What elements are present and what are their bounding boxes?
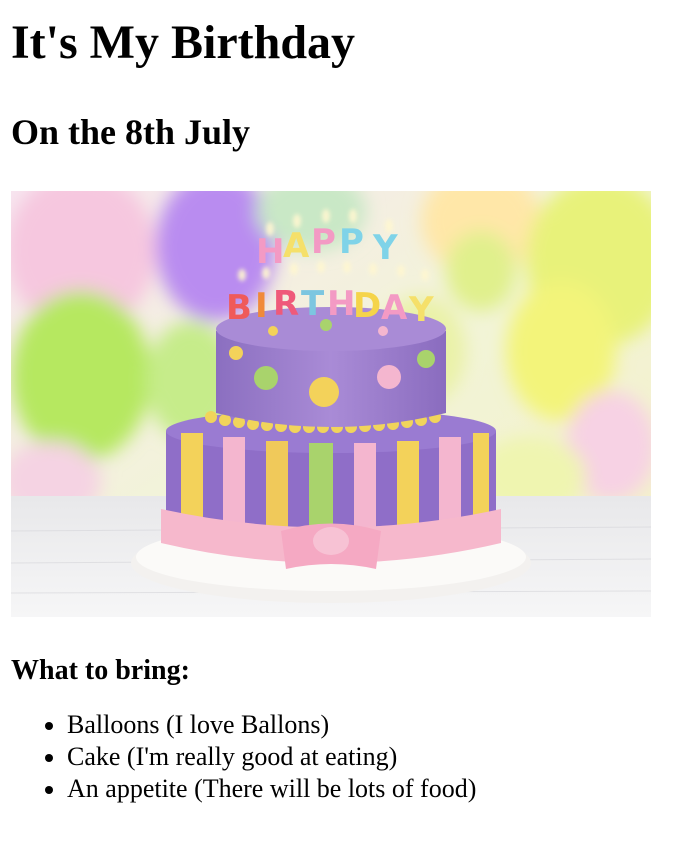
svg-text:H: H	[256, 232, 284, 272]
page-title: It's My Birthday	[11, 16, 356, 69]
svg-text:H: H	[327, 284, 355, 324]
list-item: Cake (I'm really good at eating)	[67, 741, 684, 773]
svg-text:A: A	[381, 288, 408, 328]
svg-text:Y: Y	[372, 228, 398, 268]
list-item: Balloons (I love Ballons)	[67, 709, 684, 741]
svg-text:B: B	[226, 288, 252, 328]
svg-text:R: R	[273, 284, 299, 324]
svg-text:A: A	[283, 226, 310, 266]
bring-list: Balloons (I love Ballons) Cake (I'm real…	[11, 709, 684, 805]
svg-text:P: P	[339, 222, 364, 262]
svg-text:Y: Y	[408, 290, 434, 330]
date-subtitle: On the 8th July	[11, 112, 251, 152]
birthday-cake-image: H A P P Y B I R T H D A Y	[11, 191, 651, 617]
svg-text:I: I	[255, 286, 268, 326]
bring-heading: What to bring:	[11, 655, 190, 686]
svg-text:D: D	[353, 286, 381, 326]
list-item: An appetite (There will be lots of food)	[67, 773, 684, 805]
page: It's My Birthday On the 8th July H A P P…	[0, 0, 684, 805]
svg-text:P: P	[311, 222, 336, 262]
svg-text:T: T	[301, 284, 325, 324]
